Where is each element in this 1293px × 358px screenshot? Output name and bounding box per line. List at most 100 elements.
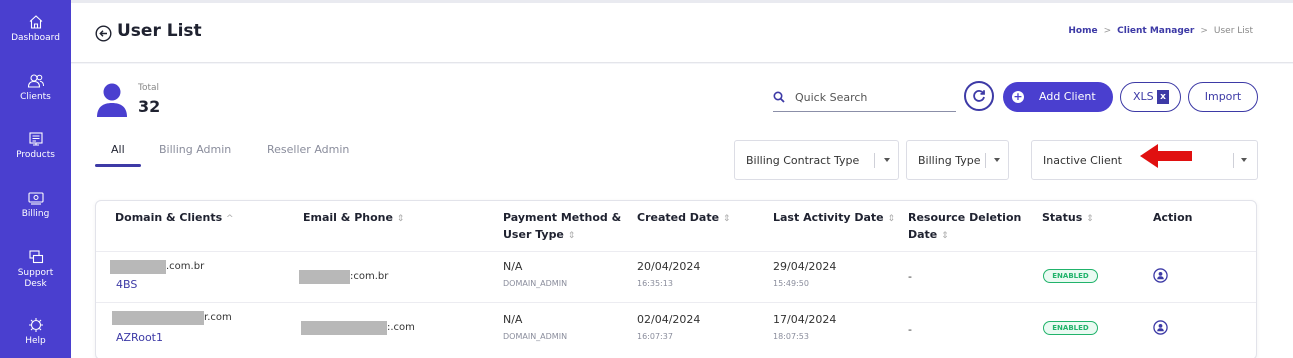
status-badge: ENABLED: [1043, 269, 1098, 283]
payment-method: N/A: [503, 260, 523, 273]
user-action-icon[interactable]: [1153, 268, 1168, 283]
column-header-payment[interactable]: Payment Method & User Type ⇕: [503, 209, 621, 245]
home-icon: [29, 15, 42, 29]
sidebar-item-label: Support Desk: [17, 268, 54, 289]
user-avatar-icon: [97, 83, 127, 117]
domain-suffix: r.com: [204, 312, 232, 323]
sidebar-item-help[interactable]: Help: [0, 317, 71, 347]
back-arrow-icon[interactable]: [95, 25, 112, 42]
client-name-link[interactable]: AZRoot1: [116, 331, 163, 344]
sort-asc-icon: ^: [225, 214, 234, 224]
sort-icon: ⇕: [396, 214, 405, 224]
column-header-status[interactable]: Status ⇕: [1042, 209, 1094, 228]
add-client-label: Add Client: [1039, 90, 1096, 103]
select-divider: [1233, 153, 1234, 168]
chevron-down-icon: [994, 158, 1000, 162]
sidebar-item-label: Dashboard: [11, 33, 60, 43]
resource-deletion-date: -: [908, 270, 912, 283]
column-header-payment-line2: User Type: [503, 228, 564, 241]
users-icon: [27, 74, 44, 88]
status-badge: ENABLED: [1043, 321, 1098, 335]
column-header-email-label: Email & Phone: [303, 211, 393, 224]
row-divider: [96, 251, 1256, 252]
xls-label: XLS: [1133, 90, 1154, 103]
last-activity-time: 15:49:50: [773, 279, 809, 288]
sidebar-item-label: Billing: [21, 209, 50, 219]
sidebar-item-label: Help: [25, 336, 46, 346]
sidebar-item-billing[interactable]: Billing: [0, 190, 71, 220]
last-activity-time: 18:07:53: [773, 332, 809, 341]
last-activity-date: 17/04/2024: [773, 313, 837, 326]
chevron-down-icon: [884, 158, 890, 162]
sidebar-item-dashboard[interactable]: Dashboard: [0, 14, 71, 44]
search-input[interactable]: [795, 87, 953, 107]
created-time: 16:35:13: [637, 279, 673, 288]
refresh-icon: [973, 90, 985, 102]
column-header-domain-label: Domain & Clients: [115, 211, 223, 224]
quick-search[interactable]: [773, 84, 956, 112]
import-button[interactable]: Import: [1188, 82, 1258, 112]
payment-method: N/A: [503, 313, 523, 326]
column-header-payment-line1: Payment Method &: [503, 211, 622, 224]
column-header-domain[interactable]: Domain & Clients ^: [115, 209, 234, 228]
redacted-text: [299, 270, 350, 284]
sort-icon: ⇕: [567, 231, 576, 241]
column-header-activity[interactable]: Last Activity Date ⇕: [773, 209, 895, 228]
sidebar: Dashboard Clients Products Billing Suppo…: [0, 0, 71, 358]
total-count: 32: [138, 97, 161, 116]
excel-file-icon: x: [1157, 90, 1169, 104]
select-divider: [985, 153, 986, 168]
sidebar-item-products[interactable]: Products: [0, 131, 71, 161]
breadcrumb-client-manager[interactable]: Client Manager: [1117, 26, 1194, 36]
created-time: 16:07:37: [637, 332, 673, 341]
billing-contract-type-value: Billing Contract Type: [746, 154, 860, 167]
total-label: Total: [138, 83, 160, 93]
add-client-button[interactable]: + Add Client: [1003, 82, 1113, 112]
resource-deletion-date: -: [908, 323, 912, 336]
refresh-button[interactable]: [964, 81, 994, 111]
email-suffix: :.com: [387, 322, 415, 333]
support-icon: [28, 250, 43, 264]
main-panel: Total 32 + Add Client XLS x Import All B…: [71, 64, 1293, 358]
select-divider: [874, 153, 875, 168]
billing-contract-type-select[interactable]: Billing Contract Type: [734, 140, 899, 180]
user-type: DOMAIN_ADMIN: [503, 279, 568, 288]
billing-icon: [27, 192, 44, 205]
help-icon: [28, 318, 43, 332]
column-header-status-label: Status: [1042, 211, 1083, 224]
sort-icon: ⇕: [887, 214, 895, 224]
column-header-email[interactable]: Email & Phone ⇕: [303, 209, 404, 228]
breadcrumb-current: User List: [1213, 26, 1253, 36]
client-name-link[interactable]: 4BS: [116, 278, 137, 291]
column-header-deletion-line1: Resource Deletion: [908, 211, 1022, 224]
billing-type-value: Billing Type: [918, 154, 981, 167]
redacted-text: [301, 321, 387, 335]
sort-icon: ⇕: [941, 231, 949, 241]
column-header-activity-label: Last Activity Date: [773, 211, 884, 224]
products-icon: [28, 132, 43, 146]
breadcrumb-home[interactable]: Home: [1068, 26, 1097, 36]
plus-icon: +: [1012, 90, 1024, 103]
breadcrumb-separator-icon: >: [1103, 26, 1112, 36]
sidebar-item-support-desk[interactable]: Support Desk: [0, 249, 71, 290]
client-status-value: Inactive Client: [1043, 154, 1122, 167]
billing-type-select[interactable]: Billing Type: [906, 140, 1009, 180]
sort-icon: ⇕: [722, 214, 731, 224]
column-header-created[interactable]: Created Date ⇕: [637, 209, 730, 228]
sidebar-item-label: Clients: [20, 92, 51, 102]
tab-billing-admin[interactable]: Billing Admin: [159, 143, 231, 156]
sort-icon: ⇕: [1086, 214, 1094, 224]
column-header-deletion-line2: Date: [908, 228, 938, 241]
user-action-icon[interactable]: [1153, 320, 1168, 335]
sidebar-item-clients[interactable]: Clients: [0, 73, 71, 103]
user-type: DOMAIN_ADMIN: [503, 332, 568, 341]
tab-all[interactable]: All: [111, 143, 125, 156]
redacted-text: [112, 311, 204, 325]
tab-reseller-admin[interactable]: Reseller Admin: [267, 143, 349, 156]
created-date: 02/04/2024: [637, 313, 701, 326]
clients-table: Domain & Clients ^ Email & Phone ⇕ Payme…: [95, 200, 1257, 358]
page-header: User List Home > Client Manager > User List: [71, 3, 1293, 63]
column-header-action: Action: [1153, 211, 1193, 224]
xls-export-button[interactable]: XLS x: [1120, 82, 1181, 112]
row-divider: [96, 302, 1256, 303]
